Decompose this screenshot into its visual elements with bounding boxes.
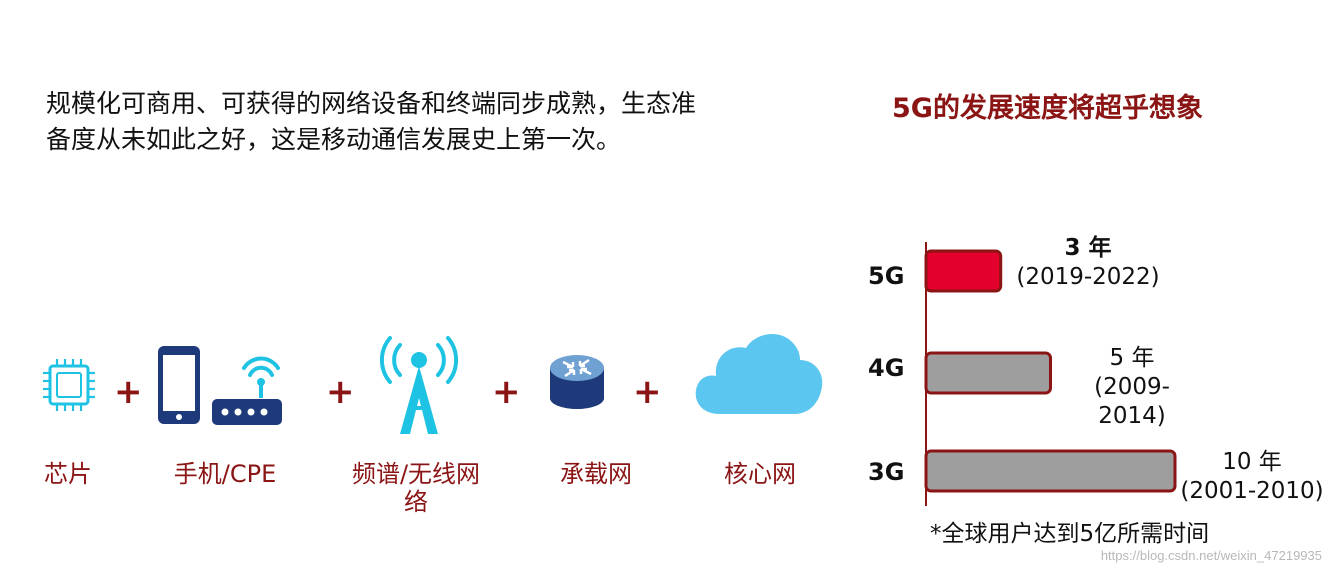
phone-router-icon	[158, 346, 282, 425]
plus-sign-4: +	[633, 372, 662, 412]
router-icon	[550, 355, 604, 409]
bar-3g	[924, 449, 1177, 493]
label-phone-cpe: 手机/CPE	[173, 460, 277, 488]
value-label-4g: 5 年 (2009- 2014)	[1082, 344, 1182, 431]
label-spectrum-wireless: 频谱/无线网 络	[336, 460, 496, 516]
category-label-4g: 4G	[868, 354, 905, 382]
antenna-icon	[379, 336, 459, 434]
label-core-network: 核心网	[724, 460, 796, 488]
watermark-url: https://blog.csdn.net/weixin_47219935	[1100, 548, 1322, 563]
label-spectrum-line-2: 络	[404, 488, 428, 516]
value-years-5g: 3 年	[1064, 235, 1112, 261]
chart-footnote: *全球用户达到5亿所需时间	[930, 521, 1210, 547]
plus-sign-3: +	[492, 372, 521, 412]
bar-5g	[924, 249, 1003, 293]
value-label-5g: 3 年 (2019-2022)	[1012, 234, 1164, 292]
value-years-4g: 5 年	[1109, 345, 1155, 371]
headline-line-2: 备度从未如此之好，这是移动通信发展史上第一次。	[46, 125, 622, 154]
chip-icon	[43, 359, 95, 411]
chart-title: 5G的发展速度将超乎想象	[892, 93, 1203, 124]
value-label-3g: 10 年 (2001-2010)	[1176, 448, 1328, 506]
cloud-icon	[695, 334, 823, 414]
bar-4g	[924, 351, 1052, 395]
label-spectrum-line-1: 频谱/无线网	[351, 460, 481, 488]
headline-text: 规模化可商用、可获得的网络设备和终端同步成熟，生态准 备度从未如此之好，这是移动…	[46, 86, 806, 158]
value-range-4g-line-1: (2009-	[1094, 374, 1170, 400]
label-chip: 芯片	[44, 460, 92, 488]
label-bearer-network: 承载网	[560, 460, 632, 488]
value-range-5g: (2019-2022)	[1016, 264, 1160, 290]
category-label-3g: 3G	[868, 458, 905, 486]
category-label-5g: 5G	[868, 262, 905, 290]
plus-sign-1: +	[114, 372, 143, 412]
headline-line-1: 规模化可商用、可获得的网络设备和终端同步成熟，生态准	[46, 89, 697, 118]
value-years-3g: 10 年	[1222, 449, 1282, 475]
value-range-4g-line-2: 2014)	[1098, 403, 1166, 429]
plus-sign-2: +	[326, 372, 355, 412]
value-range-3g: (2001-2010)	[1180, 478, 1324, 504]
